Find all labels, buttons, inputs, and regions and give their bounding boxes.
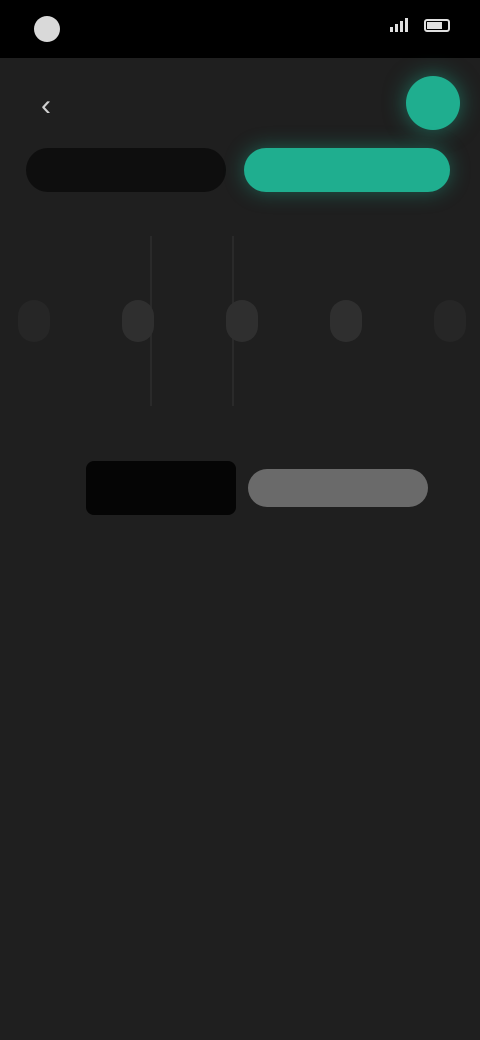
filter-chip[interactable] bbox=[18, 300, 50, 342]
app-logo-icon bbox=[34, 16, 60, 42]
signal-icon bbox=[390, 18, 408, 32]
back-button[interactable]: ‹ bbox=[26, 86, 66, 126]
page-header: ‹ bbox=[0, 58, 480, 148]
submit-button[interactable] bbox=[248, 469, 428, 507]
filter-chip[interactable] bbox=[226, 300, 258, 342]
mode-option-left[interactable] bbox=[26, 148, 226, 192]
status-right bbox=[390, 18, 450, 32]
primary-action-button[interactable] bbox=[406, 76, 460, 130]
filter-chip[interactable] bbox=[122, 300, 154, 342]
back-arrow-icon: ‹ bbox=[41, 89, 51, 122]
app-screen: ‹ bbox=[0, 0, 480, 1040]
mode-option-right[interactable] bbox=[244, 148, 450, 192]
status-left bbox=[34, 16, 70, 42]
status-bar bbox=[0, 0, 480, 58]
action-row bbox=[24, 458, 456, 518]
filter-chip[interactable] bbox=[330, 300, 362, 342]
filter-chip[interactable] bbox=[434, 300, 466, 342]
mode-selector bbox=[26, 146, 456, 194]
battery-icon bbox=[424, 18, 450, 32]
value-input[interactable] bbox=[86, 461, 236, 515]
filter-chip-row bbox=[18, 294, 466, 348]
